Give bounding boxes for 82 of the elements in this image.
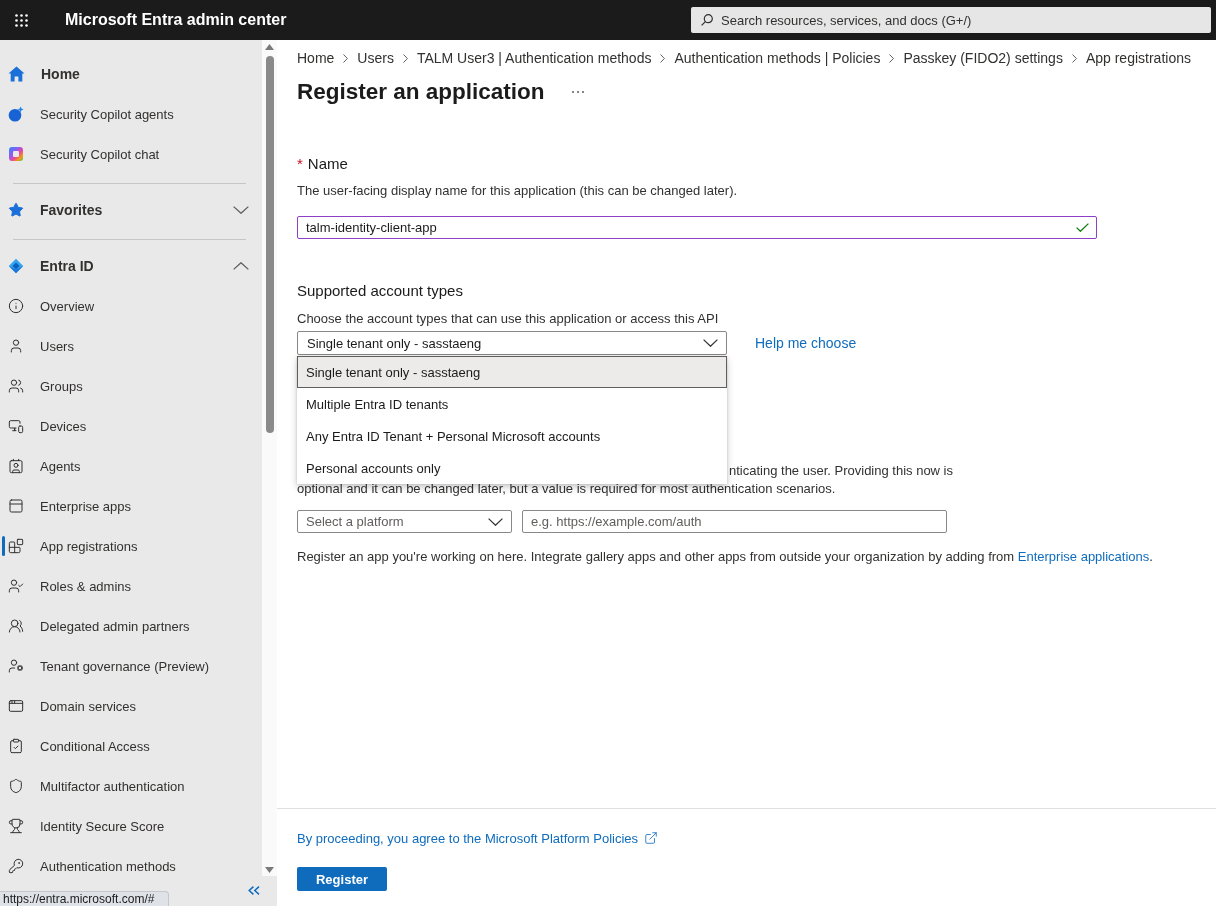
people-icon [8, 378, 24, 394]
info-icon [8, 298, 24, 314]
section-heading: Supported account types [297, 281, 463, 299]
nav-item[interactable]: App registrations [0, 526, 262, 566]
dropdown-option[interactable]: Multiple Entra ID tenants [297, 388, 727, 420]
breadcrumb-link[interactable]: Users [357, 50, 394, 66]
nav-group-button[interactable]: Entra ID [0, 246, 262, 286]
field-label: Name [307, 154, 348, 172]
house-icon [8, 66, 25, 82]
window-icon [8, 498, 24, 514]
external-link-icon [644, 831, 659, 845]
chevron-right-icon [660, 53, 666, 63]
nav-item[interactable]: Domain services [0, 686, 262, 726]
diamond-icon [8, 258, 24, 274]
nav-item[interactable]: Security Copilot agents [0, 94, 262, 134]
help-link[interactable]: Help me choose [755, 335, 857, 351]
grid-dots-icon[interactable] [15, 13, 28, 27]
redirect-description: nticating the user. Providing this now is [729, 462, 953, 480]
app-title: Microsoft Entra admin center [65, 11, 287, 29]
register-button[interactable]: Register [297, 867, 387, 891]
breadcrumb-link[interactable]: App registrations [1085, 50, 1191, 66]
nav-item[interactable]: Groups [0, 366, 262, 406]
nav-item[interactable]: Conditional Access [0, 726, 262, 766]
trophy-icon [8, 818, 24, 834]
key-icon [8, 858, 24, 874]
search-icon [701, 14, 713, 26]
chevron-right-icon [402, 53, 408, 63]
nav-item[interactable]: Devices [0, 406, 262, 446]
star-icon [8, 202, 24, 218]
breadcrumb-link[interactable]: Passkey (FIDO2) settings [903, 50, 1063, 66]
clipboard-check-icon [8, 738, 24, 754]
policy-link[interactable]: By proceeding, you agree to the Microsoft Platform Policies [297, 830, 659, 846]
name-input[interactable]: talm-identity-client-app [297, 216, 1097, 239]
dropdown-option[interactable]: Any Entra ID Tenant + Personal Microsoft accounts [297, 420, 727, 452]
people-icon [8, 618, 24, 634]
nav-item[interactable]: Authentication methods [0, 846, 262, 886]
search-field[interactable]: Search resources, services, and docs (G+/) [691, 7, 1211, 33]
nav-item[interactable]: Enterprise apps [0, 486, 262, 526]
nav-group-button[interactable]: Favorites [0, 190, 262, 230]
chevron-right-icon [1071, 53, 1077, 63]
nav-item[interactable]: Delegated admin partners [0, 606, 262, 646]
register-note: Register an app you're working on here. Integrate gallery apps and other apps from outside your organization by adding from Enterprise applications. [297, 548, 1153, 566]
breadcrumb-link[interactable]: Authentication methods | Policies [674, 50, 881, 66]
field-description: The user-facing display name for this application (this can be changed later). [297, 182, 738, 200]
blocks-icon [8, 538, 24, 554]
person-gear-icon [8, 658, 24, 674]
nav-item[interactable]: Roles & admins [0, 566, 262, 606]
required-mark: * [297, 154, 303, 172]
scrollbar[interactable] [262, 40, 277, 876]
chevron-right-icon [889, 53, 895, 63]
redirect-uri-input[interactable]: e.g. https://example.com/auth [522, 510, 947, 533]
chevron-down-icon [488, 517, 503, 526]
nav-item[interactable]: Agents [0, 446, 262, 486]
status-url: https://entra.microsoft.com/# [0, 891, 170, 906]
dropdown-option[interactable]: Single tenant only - sasstaeng [297, 356, 727, 388]
nav-item[interactable]: Multifactor authentication [0, 766, 262, 806]
nav-item[interactable]: Overview [0, 286, 262, 326]
chevron-right-icon [343, 53, 349, 63]
monitor-phone-icon [8, 418, 24, 434]
chevron-down-icon [703, 339, 718, 347]
person-check-icon [8, 578, 24, 594]
page-title: Register an application [297, 79, 545, 105]
nav-item[interactable]: Home [0, 54, 262, 94]
account-type-select[interactable]: Single tenant only - sasstaeng [297, 331, 727, 355]
breadcrumb-link[interactable]: Home [297, 50, 335, 66]
breadcrumb-link[interactable]: TALM User3 | Authentication methods [416, 50, 652, 66]
nav-item[interactable]: Identity Secure Score [0, 806, 262, 846]
double-chevron-left-icon[interactable] [248, 886, 260, 895]
nav-item[interactable]: Users [0, 326, 262, 366]
shield-icon [8, 778, 24, 794]
platform-select[interactable]: Select a platform [297, 510, 512, 533]
person-icon [8, 338, 24, 354]
triangle-down-icon[interactable] [265, 867, 274, 873]
contact-card-icon [8, 458, 24, 474]
nav-item[interactable]: Tenant governance (Preview) [0, 646, 262, 686]
scrollbar-thumb[interactable] [265, 56, 274, 433]
nav-item[interactable]: Security Copilot chat [0, 134, 262, 174]
sparkle-blob-icon [8, 106, 24, 122]
field-description: Choose the account types that can use this application or access this API [297, 310, 719, 328]
triangle-up-icon[interactable] [265, 44, 274, 50]
dropdown-option[interactable]: Personal accounts only [297, 452, 727, 484]
window-icon [8, 698, 24, 714]
